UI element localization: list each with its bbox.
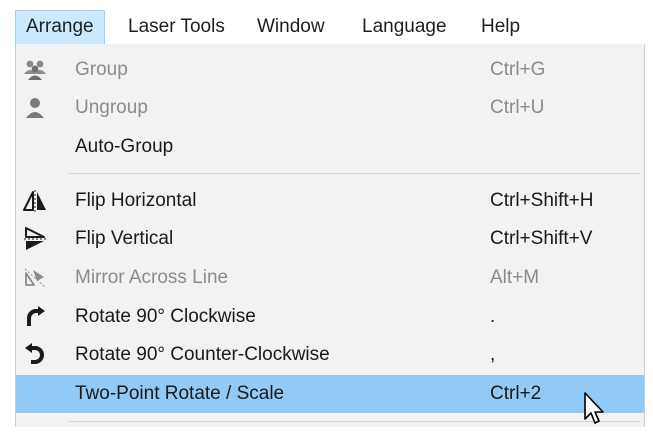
menu-item-mirror-across-line[interactable]: Mirror Across Line Alt+M — [16, 259, 644, 297]
group-icon — [22, 57, 48, 83]
menu-item-flip-vertical[interactable]: Flip Vertical Ctrl+Shift+V — [16, 220, 644, 258]
menu-item-ungroup[interactable]: Ungroup Ctrl+U — [16, 89, 644, 127]
menu-item-flip-horizontal-label: Flip Horizontal — [75, 190, 197, 211]
mirror-across-line-icon — [22, 265, 48, 291]
menu-item-ungroup-shortcut: Ctrl+U — [490, 97, 545, 118]
menu-separator — [68, 173, 640, 174]
mouse-cursor-icon — [583, 391, 609, 427]
ungroup-icon — [22, 95, 48, 121]
menu-window[interactable]: Window — [247, 10, 335, 44]
menu-item-two-point-rotate-scale[interactable]: Two-Point Rotate / Scale Ctrl+2 — [16, 375, 644, 413]
menu-item-ungroup-label: Ungroup — [75, 97, 148, 118]
rotate-counter-clockwise-icon — [22, 342, 48, 368]
menu-laser-tools[interactable]: Laser Tools — [118, 10, 235, 44]
menu-item-rotate-clockwise[interactable]: Rotate 90° Clockwise . — [16, 298, 644, 336]
menu-item-rotate-counter-clockwise-label: Rotate 90° Counter-Clockwise — [75, 344, 330, 365]
rotate-clockwise-icon — [22, 304, 48, 330]
menu-item-two-point-rotate-scale-shortcut: Ctrl+2 — [490, 383, 542, 404]
menu-item-group[interactable]: Group Ctrl+G — [16, 51, 644, 89]
flip-horizontal-icon — [22, 188, 48, 214]
menu-language[interactable]: Language — [352, 10, 457, 44]
menu-bar: Arrange Laser Tools Window Language Help — [0, 0, 653, 44]
menu-item-rotate-clockwise-shortcut: . — [490, 306, 496, 327]
menu-item-flip-vertical-shortcut: Ctrl+Shift+V — [490, 228, 593, 249]
menu-item-group-shortcut: Ctrl+G — [490, 59, 546, 80]
flip-vertical-icon — [22, 226, 48, 252]
menu-item-flip-vertical-label: Flip Vertical — [75, 228, 174, 249]
menu-item-rotate-clockwise-label: Rotate 90° Clockwise — [75, 306, 256, 327]
menu-item-rotate-counter-clockwise-shortcut: , — [490, 344, 496, 365]
menu-item-flip-horizontal[interactable]: Flip Horizontal Ctrl+Shift+H — [16, 182, 644, 220]
menu-item-two-point-rotate-scale-label: Two-Point Rotate / Scale — [75, 383, 285, 404]
menu-item-auto-group[interactable]: Auto-Group — [16, 128, 644, 166]
menu-item-mirror-across-line-shortcut: Alt+M — [490, 267, 540, 288]
menu-item-rotate-counter-clockwise[interactable]: Rotate 90° Counter-Clockwise , — [16, 336, 644, 374]
menu-help[interactable]: Help — [471, 10, 530, 44]
menu-item-group-label: Group — [75, 59, 128, 80]
menu-arrange[interactable]: Arrange — [15, 10, 105, 44]
arrange-dropdown-menu: Group Ctrl+G Ungroup Ctrl+U Auto-Group F… — [15, 44, 645, 427]
menu-item-flip-horizontal-shortcut: Ctrl+Shift+H — [490, 190, 594, 211]
menu-item-auto-group-label: Auto-Group — [75, 136, 174, 157]
menu-separator — [68, 421, 640, 422]
menu-item-mirror-across-line-label: Mirror Across Line — [75, 267, 229, 288]
